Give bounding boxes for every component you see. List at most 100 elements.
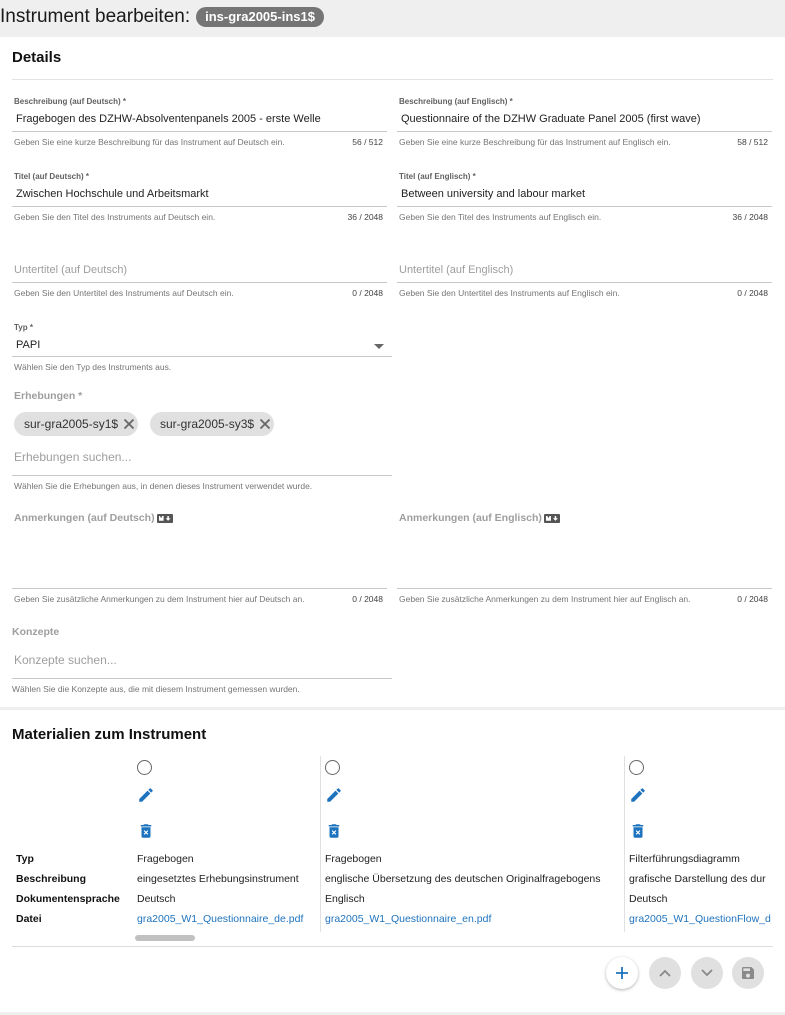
material-language: Deutsch: [629, 893, 668, 905]
material-file-link[interactable]: gra2005_W1_Questionnaire_en.pdf: [325, 913, 491, 925]
subtitle-de-field[interactable]: Untertitel (auf Deutsch) Geben Sie den U…: [12, 261, 387, 306]
material-file-link[interactable]: gra2005_W1_Questionnaire_de.pdf: [137, 913, 303, 925]
markdown-icon: [543, 513, 560, 523]
materials-divider: [12, 946, 773, 947]
description-de-input[interactable]: Fragebogen des DZHW-Absolventenpanels 20…: [16, 113, 321, 125]
move-up-icon: [659, 969, 671, 977]
description-de-hint: Geben Sie eine kurze Beschreibung für da…: [14, 137, 285, 147]
materials-heading: Materialien zum Instrument: [12, 726, 207, 743]
remove-chip-icon[interactable]: [120, 415, 138, 433]
annotations-en-underline: [397, 588, 772, 589]
annotations-en-hint: Geben Sie zusätzliche Anmerkungen zu dem…: [399, 594, 691, 604]
page-title: Instrument bearbeiten: ins-gra2005-ins1$: [0, 4, 324, 30]
surveys-field: Erhebungen * sur-gra2005-sy1$ sur-gra200…: [12, 389, 392, 494]
material-column: Fragebogen eingesetztes Erhebungsinstrum…: [133, 756, 320, 932]
page-title-text: Instrument bearbeiten:: [0, 6, 191, 27]
material-description: englische Übersetzung des deutschen Orig…: [325, 873, 601, 885]
description-de-field[interactable]: Beschreibung (auf Deutsch) * Fragebogen …: [12, 95, 387, 155]
add-icon: [616, 967, 628, 979]
material-description: eingesetztes Erhebungsinstrument: [137, 873, 299, 885]
surveys-search-input[interactable]: Erhebungen suchen...: [14, 450, 131, 464]
material-language: Deutsch: [137, 893, 176, 905]
details-heading: Details: [12, 49, 62, 66]
subtitle-en-input[interactable]: Untertitel (auf Englisch): [399, 264, 513, 276]
survey-chip[interactable]: sur-gra2005-sy1$: [14, 412, 139, 436]
description-en-underline: [397, 131, 772, 132]
select-radio[interactable]: [325, 760, 340, 775]
markdown-icon: [156, 513, 173, 523]
select-radio[interactable]: [137, 760, 152, 775]
details-divider: [12, 79, 773, 80]
description-en-field[interactable]: Beschreibung (auf Englisch) * Questionna…: [397, 95, 772, 155]
subtitle-de-input[interactable]: Untertitel (auf Deutsch): [14, 264, 127, 276]
material-type: Filterführungsdiagramm: [629, 853, 740, 865]
surveys-underline: [12, 475, 392, 476]
concepts-field: Konzepte Konzepte suchen... Wählen Sie d…: [12, 625, 392, 695]
material-type: Fragebogen: [137, 853, 194, 865]
title-en-field[interactable]: Titel (auf Englisch) * Between universit…: [397, 170, 772, 230]
subtitle-en-counter: 0 / 2048: [737, 288, 768, 298]
type-select[interactable]: Typ * PAPI Wählen Sie den Typ des Instru…: [12, 321, 392, 376]
concepts-search-input[interactable]: Konzepte suchen...: [14, 653, 117, 667]
description-de-counter: 56 / 512: [352, 137, 383, 147]
annotations-en-label: Anmerkungen (auf Englisch): [399, 512, 560, 524]
edit-icon[interactable]: [137, 786, 155, 804]
title-de-input[interactable]: Zwischen Hochschule und Arbeitsmarkt: [16, 188, 209, 200]
subtitle-de-hint: Geben Sie den Untertitel des Instruments…: [14, 288, 234, 298]
move-up-button[interactable]: [649, 957, 681, 989]
material-language: Englisch: [325, 893, 365, 905]
survey-chip[interactable]: sur-gra2005-sy3$: [150, 412, 275, 436]
type-value[interactable]: PAPI: [16, 339, 40, 351]
title-de-field[interactable]: Titel (auf Deutsch) * Zwischen Hochschul…: [12, 170, 387, 230]
material-column: Fragebogen englische Übersetzung des deu…: [320, 756, 624, 932]
subtitle-en-hint: Geben Sie den Untertitel des Instruments…: [399, 288, 620, 298]
delete-icon[interactable]: [629, 822, 647, 840]
row-label-type: Typ: [16, 853, 34, 865]
details-card: Details Beschreibung (auf Deutsch) * Fra…: [0, 37, 785, 707]
title-en-underline: [397, 206, 772, 207]
save-icon: [742, 967, 754, 979]
description-de-underline: [12, 131, 387, 132]
survey-chip-label: sur-gra2005-sy1$: [24, 417, 119, 431]
material-description: grafische Darstellung des dur: [629, 873, 766, 885]
description-en-label: Beschreibung (auf Englisch) *: [399, 97, 513, 106]
concepts-label: Konzepte: [12, 626, 60, 638]
horizontal-scrollbar[interactable]: [133, 934, 774, 942]
description-en-input[interactable]: Questionnaire of the DZHW Graduate Panel…: [401, 113, 701, 125]
subtitle-en-field[interactable]: Untertitel (auf Englisch) Geben Sie den …: [397, 261, 772, 306]
type-hint: Wählen Sie den Typ des Instruments aus.: [14, 362, 172, 372]
save-button[interactable]: [732, 957, 764, 989]
subtitle-de-counter: 0 / 2048: [352, 288, 383, 298]
title-en-hint: Geben Sie den Titel des Instruments auf …: [399, 212, 602, 222]
delete-icon[interactable]: [325, 822, 343, 840]
select-radio[interactable]: [629, 760, 644, 775]
surveys-hint: Wählen Sie die Erhebungen aus, in denen …: [14, 481, 313, 491]
material-type: Fragebogen: [325, 853, 382, 865]
description-de-label: Beschreibung (auf Deutsch) *: [14, 97, 127, 106]
chevron-down-icon[interactable]: [374, 344, 384, 349]
surveys-label: Erhebungen *: [14, 390, 83, 402]
material-column: Filterführungsdiagramm grafische Darstel…: [624, 756, 774, 932]
concepts-underline: [12, 678, 392, 679]
edit-icon[interactable]: [629, 786, 647, 804]
annotations-de-label: Anmerkungen (auf Deutsch): [14, 512, 173, 524]
annotations-en-field[interactable]: Anmerkungen (auf Englisch) Geben Sie zus…: [397, 511, 772, 606]
title-de-hint: Geben Sie den Titel des Instruments auf …: [14, 212, 216, 222]
description-en-hint: Geben Sie eine kurze Beschreibung für da…: [399, 137, 671, 147]
scrollbar-thumb[interactable]: [135, 935, 195, 941]
row-label-language: Dokumentensprache: [16, 893, 120, 905]
title-de-label: Titel (auf Deutsch) *: [14, 172, 89, 181]
title-en-input[interactable]: Between university and labour market: [401, 188, 585, 200]
edit-icon[interactable]: [325, 786, 343, 804]
remove-chip-icon[interactable]: [256, 415, 274, 433]
title-de-counter: 36 / 2048: [347, 212, 383, 222]
material-file-link[interactable]: gra2005_W1_QuestionFlow_d: [629, 913, 771, 925]
materials-card: Materialien zum Instrument Typ Beschreib…: [0, 710, 785, 1012]
annotations-de-field[interactable]: Anmerkungen (auf Deutsch) Geben Sie zusä…: [12, 511, 387, 606]
concepts-hint: Wählen Sie die Konzepte aus, die mit die…: [12, 684, 300, 694]
add-material-button[interactable]: [606, 957, 638, 989]
subtitle-de-underline: [12, 282, 387, 283]
move-down-button[interactable]: [691, 957, 723, 989]
annotations-en-label-text: Anmerkungen (auf Englisch): [399, 512, 542, 524]
delete-icon[interactable]: [137, 822, 155, 840]
